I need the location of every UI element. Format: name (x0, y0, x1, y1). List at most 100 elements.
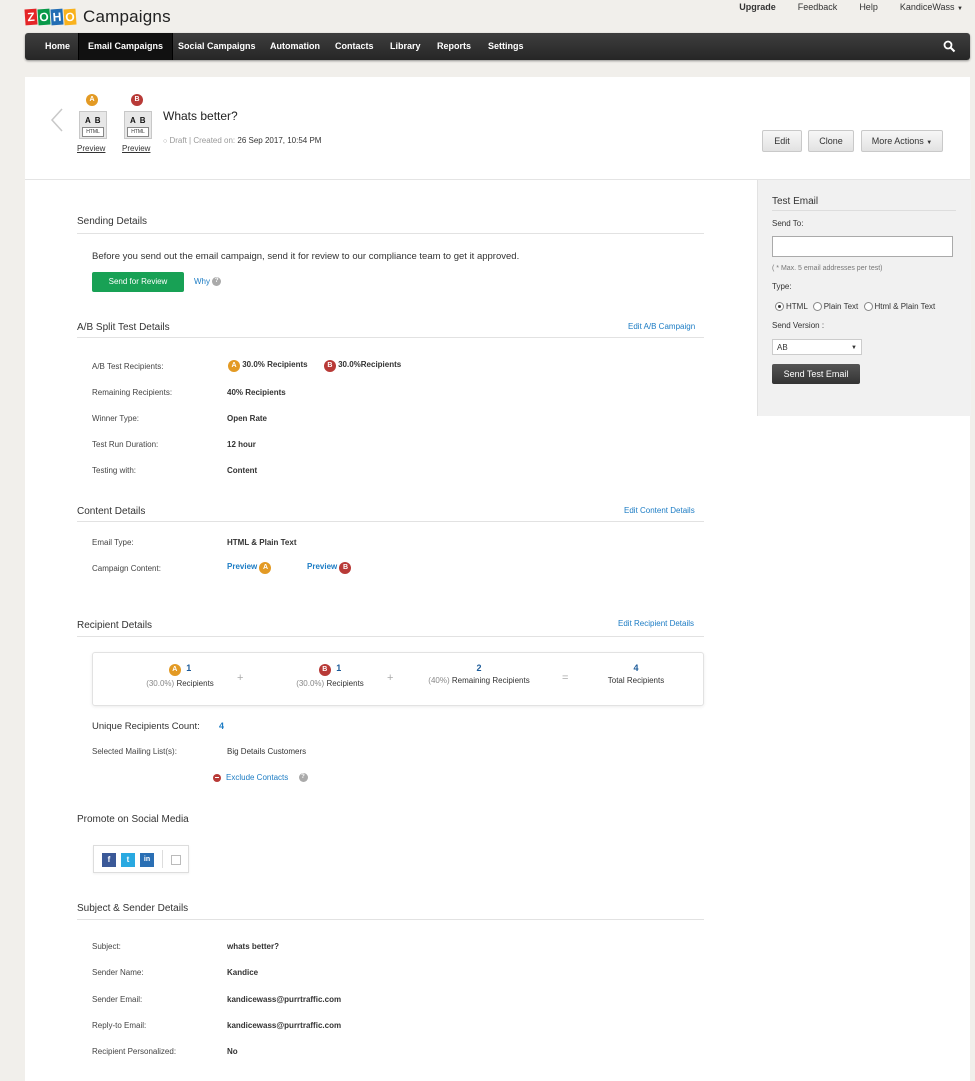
app-name: Campaigns (83, 7, 171, 26)
send-for-review-button[interactable]: Send for Review (92, 272, 184, 292)
variant-b-thumbnail[interactable]: B A B HTML (124, 94, 152, 140)
edit-button[interactable]: Edit (762, 130, 802, 152)
edit-content-details-link[interactable]: Edit Content Details (624, 506, 695, 515)
variant-a-thumbnail[interactable]: A A B HTML (79, 94, 107, 140)
content-preview-a-link[interactable]: Preview A (227, 562, 272, 574)
send-test-email-button[interactable]: Send Test Email (772, 364, 860, 384)
test-email-title: Test Email (772, 196, 819, 207)
user-menu[interactable]: KandiceWass ▼ (900, 2, 963, 12)
recipient-details-title: Recipient Details (77, 620, 153, 631)
facebook-icon[interactable]: f (102, 853, 116, 867)
divider (162, 850, 163, 868)
exclude-contacts-link[interactable]: Exclude Contacts ? (213, 773, 308, 783)
content-preview-b-link[interactable]: Preview B (307, 562, 352, 574)
caption: Total Recipients (607, 676, 665, 685)
percent: (30.0%) (296, 679, 325, 688)
type-option-html-plain[interactable]: Html & Plain Text (863, 302, 936, 312)
type-option-label: Plain Text (823, 302, 859, 311)
copy-icon[interactable] (171, 855, 181, 865)
remaining-label: Remaining Recipients: (92, 388, 173, 397)
html-document-icon: A B HTML (79, 111, 107, 139)
divider (77, 521, 704, 522)
send-to-label: Send To: (772, 219, 804, 228)
help-link[interactable]: Help (859, 2, 878, 12)
edit-ab-campaign-link[interactable]: Edit A/B Campaign (628, 322, 695, 331)
nav-home[interactable]: Home (45, 33, 70, 60)
social-share-bar: f t in (93, 845, 189, 873)
type-option-plain[interactable]: Plain Text (812, 302, 859, 312)
nav-automation[interactable]: Automation (270, 33, 320, 60)
more-actions-button[interactable]: More Actions ▼ (861, 130, 943, 152)
nav-settings[interactable]: Settings (488, 33, 524, 60)
ab-split-title: A/B Split Test Details (77, 322, 170, 333)
divider (77, 233, 704, 234)
recipients-a: 30.0% Recipients (242, 360, 308, 369)
social-title: Promote on Social Media (77, 814, 189, 825)
sending-details-title: Sending Details (77, 216, 148, 227)
variant-a-preview-link[interactable]: Preview (77, 144, 105, 153)
upgrade-link[interactable]: Upgrade (739, 2, 776, 12)
variant-b-preview-link[interactable]: Preview (122, 144, 150, 153)
caption: Recipients (326, 679, 364, 688)
testing-with-label: Testing with: (92, 466, 137, 475)
variant-b-badge: B (131, 94, 143, 106)
sender-name-label: Sender Name: (92, 968, 144, 977)
radio-icon (812, 302, 822, 312)
recipients-b: 30.0%Recipients (338, 360, 402, 369)
created-label: | Created on: (189, 136, 236, 145)
email-type-value: HTML & Plain Text (227, 538, 297, 547)
count: 1 (186, 663, 192, 673)
edit-recipient-details-link[interactable]: Edit Recipient Details (618, 619, 694, 628)
variant-b-badge: B (323, 360, 336, 372)
subject-label: Subject: (92, 942, 121, 951)
nav-reports[interactable]: Reports (437, 33, 471, 60)
clone-button[interactable]: Clone (808, 130, 854, 152)
app-logo[interactable]: Z O H O Campaigns (24, 6, 171, 28)
main-nav: Home Email Campaigns Social Campaigns Au… (25, 33, 970, 60)
nav-contacts[interactable]: Contacts (335, 33, 374, 60)
twitter-icon[interactable]: t (121, 853, 135, 867)
plus-sign: + (387, 672, 394, 684)
nav-library[interactable]: Library (390, 33, 421, 60)
personalized-label: Recipient Personalized: (92, 1047, 177, 1056)
divider (772, 210, 956, 211)
ab-recipients-label: A/B Test Recipients: (92, 362, 164, 371)
duration-label: Test Run Duration: (92, 440, 159, 449)
send-version-select[interactable]: AB ▼ (772, 339, 862, 355)
nav-email-campaigns[interactable]: Email Campaigns (78, 33, 174, 60)
html-document-icon: A B HTML (124, 111, 152, 139)
linkedin-icon[interactable]: in (140, 853, 154, 867)
type-radio-group: HTML Plain Text Html & Plain Text (775, 302, 936, 312)
why-link[interactable]: Why ? (194, 277, 222, 287)
send-to-input[interactable] (772, 236, 953, 257)
nav-social-campaigns[interactable]: Social Campaigns (178, 33, 256, 60)
recipients-b-summary: B 1 (30.0%) Recipients (275, 663, 385, 688)
exclude-label: Exclude Contacts (226, 773, 289, 782)
minus-circle-icon (213, 773, 221, 782)
top-links: Upgrade Feedback Help KandiceWass ▼ (717, 2, 963, 12)
count: 1 (336, 663, 342, 673)
duration-value: 12 hour (227, 440, 256, 449)
user-name: KandiceWass (899, 2, 955, 12)
radio-selected-icon (775, 302, 784, 312)
winner-type-label: Winner Type: (92, 414, 139, 423)
unique-recipients-value[interactable]: 4 (219, 721, 224, 731)
send-version-label: Send Version : (772, 321, 825, 330)
search-icon[interactable] (943, 40, 956, 53)
personalized-value: No (227, 1047, 238, 1056)
campaign-header (25, 77, 970, 180)
type-option-label: Html & Plain Text (874, 302, 936, 311)
percent: (40%) (428, 676, 450, 685)
caret-down-icon: ▼ (926, 140, 933, 146)
help-icon: ? (212, 277, 222, 287)
type-option-html[interactable]: HTML (775, 302, 807, 312)
unique-recipients-label: Unique Recipients Count: (92, 721, 200, 732)
draft-status-icon: ○ (163, 138, 168, 145)
feedback-link[interactable]: Feedback (798, 2, 838, 12)
send-to-hint: ( * Max. 5 email addresses per test) (772, 265, 883, 272)
ab-recipients-value: A 30.0% Recipients B 30.0%Recipients (228, 360, 401, 372)
back-arrow-icon[interactable] (50, 107, 64, 133)
email-type-label: Email Type: (92, 538, 134, 547)
remaining-value: 40% Recipients (227, 388, 286, 397)
why-label: Why (194, 277, 210, 286)
